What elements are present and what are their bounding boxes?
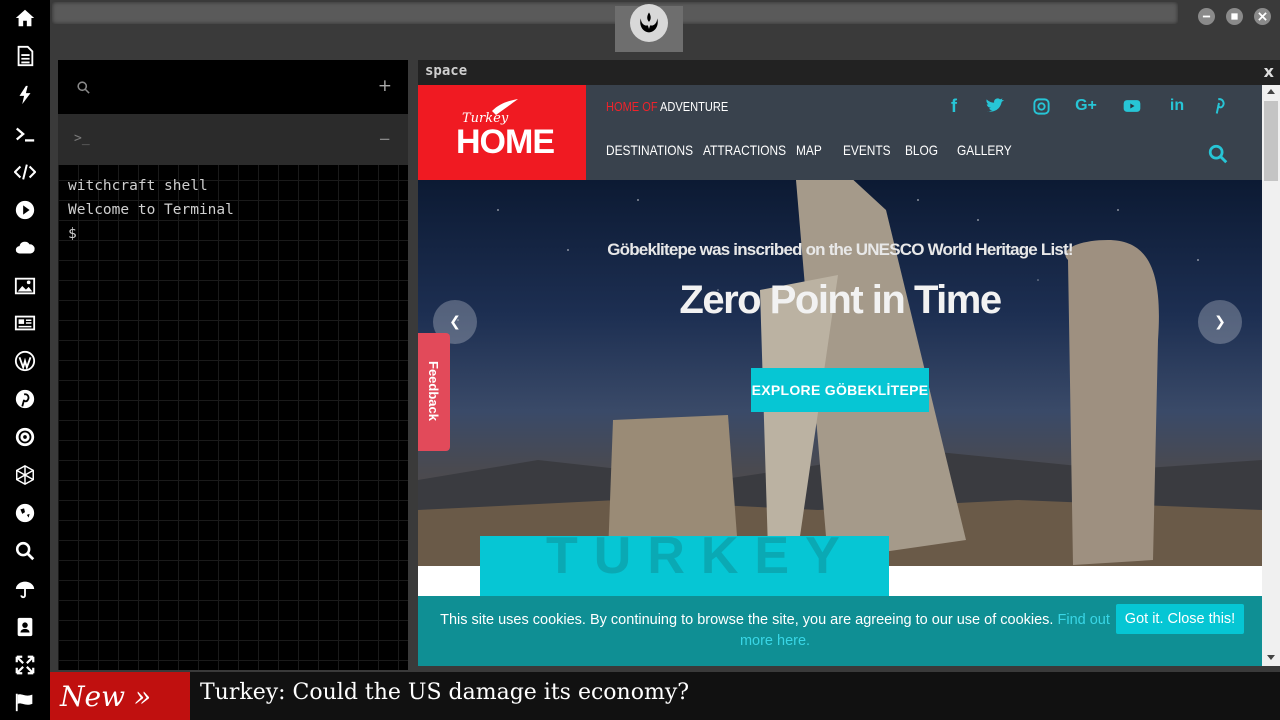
chevron-right-icon: ❯ <box>1214 314 1226 330</box>
space-panel: space x Göbeklitepe was inscribed on the… <box>418 60 1280 666</box>
globe-icon[interactable] <box>9 499 41 527</box>
empire-icon[interactable] <box>9 423 41 451</box>
hero-title: Zero Point in Time <box>679 278 1002 322</box>
minimize-button[interactable] <box>1198 8 1215 25</box>
terminal-prompt[interactable]: $ <box>68 226 77 242</box>
youtube-icon[interactable] <box>1121 95 1143 117</box>
tagline: HOME OF ADVENTURE <box>606 99 728 114</box>
webview: Göbeklitepe was inscribed on the UNESCO … <box>418 85 1280 666</box>
ticker-label: New » <box>50 672 190 720</box>
feedback-tab[interactable]: Feedback <box>418 333 450 451</box>
terminal-line: Welcome to Terminal <box>68 202 234 218</box>
wordpress-icon[interactable] <box>9 347 41 375</box>
play-icon[interactable] <box>9 196 41 224</box>
terminal-search-bar[interactable]: + <box>58 60 408 114</box>
flag-icon[interactable] <box>9 688 41 716</box>
home-icon[interactable] <box>9 4 41 32</box>
site-search-icon[interactable] <box>1207 143 1229 169</box>
space-close-button[interactable]: x <box>1264 62 1274 81</box>
explore-button[interactable]: EXPLORE GÖBEKLİTEPE <box>751 368 929 412</box>
expand-icon[interactable] <box>9 651 41 679</box>
news-ticker: New » Turkey: Could the US damage its ec… <box>50 672 1280 720</box>
chevron-left-icon: ❮ <box>449 314 461 330</box>
facebook-icon[interactable]: f <box>943 95 965 117</box>
terminal-line: witchcraft shell <box>68 178 208 194</box>
space-title: space <box>425 63 468 79</box>
search-icon <box>77 81 90 94</box>
nav-gallery[interactable]: GALLERY <box>957 142 1012 158</box>
contacts-icon[interactable] <box>9 613 41 641</box>
scrollbar-thumb[interactable] <box>1264 101 1278 181</box>
ticker-headline[interactable]: Turkey: Could the US damage its economy? <box>200 680 689 705</box>
network-icon[interactable] <box>9 461 41 489</box>
top-bar <box>50 0 1280 54</box>
app-dock <box>0 0 50 720</box>
carousel-next-button[interactable]: ❯ <box>1198 300 1242 344</box>
cookie-message: This site uses cookies. By continuing to… <box>440 610 1110 652</box>
twitter-icon[interactable] <box>984 95 1006 117</box>
logo-tab[interactable] <box>615 4 683 52</box>
google-plus-icon[interactable]: G+ <box>1075 95 1097 117</box>
news-icon[interactable] <box>9 309 41 337</box>
site-header: HOME OF ADVENTURE DESTINATIONS ATTRACTIO… <box>586 85 1262 180</box>
cloud-icon[interactable] <box>9 234 41 262</box>
instagram-icon[interactable] <box>1030 95 1052 117</box>
bolt-icon[interactable] <box>9 81 41 109</box>
cookie-banner: This site uses cookies. By continuing to… <box>418 596 1262 666</box>
tagline-prefix: HOME OF <box>606 99 658 114</box>
feedback-label: Feedback <box>426 361 441 421</box>
hero-subtitle: Göbeklitepe was inscribed on the UNESCO … <box>607 240 1073 259</box>
rebel-alliance-icon <box>630 4 668 42</box>
tagline-suffix: ADVENTURE <box>660 99 729 114</box>
scroll-down-arrow-icon[interactable] <box>1267 655 1275 660</box>
terminal-panel: + >_ − witchcraft shell Welcome to Termi… <box>58 60 408 670</box>
scroll-up-arrow-icon[interactable] <box>1267 89 1275 94</box>
cookie-accept-button[interactable]: Got it. Close this! <box>1116 604 1244 634</box>
terminal-tab-prompt: >_ <box>74 131 90 146</box>
terminal-icon[interactable] <box>9 120 41 148</box>
nav-events[interactable]: EVENTS <box>843 142 891 158</box>
close-button[interactable] <box>1254 8 1271 25</box>
nav-attractions[interactable]: ATTRACTIONS <box>703 142 786 158</box>
image-icon[interactable] <box>9 272 41 300</box>
turkey-label: TURKEY <box>546 536 856 585</box>
nav-blog[interactable]: BLOG <box>905 142 938 158</box>
nav-destinations[interactable]: DESTINATIONS <box>606 142 693 158</box>
hero-banner: Göbeklitepe was inscribed on the UNESCO … <box>418 180 1262 566</box>
maximize-button[interactable] <box>1226 8 1243 25</box>
site-logo[interactable]: Turkey HOME <box>418 85 586 180</box>
pinterest-icon[interactable] <box>9 385 41 413</box>
document-icon[interactable] <box>9 42 41 70</box>
bird-icon <box>490 97 520 121</box>
logo-main: HOME <box>456 123 555 161</box>
code-icon[interactable] <box>9 158 41 186</box>
pinterest-icon[interactable] <box>1208 95 1230 117</box>
cookie-text: This site uses cookies. By continuing to… <box>440 612 1054 628</box>
terminal-tab[interactable]: >_ − <box>58 114 408 165</box>
linkedin-icon[interactable]: in <box>1166 95 1188 117</box>
collapse-tab-button[interactable]: − <box>378 130 391 148</box>
search-icon[interactable] <box>9 537 41 565</box>
add-terminal-button[interactable]: + <box>378 76 392 96</box>
nav-map[interactable]: MAP <box>796 142 822 158</box>
umbrella-icon[interactable] <box>9 575 41 603</box>
scrollbar[interactable] <box>1262 85 1280 666</box>
